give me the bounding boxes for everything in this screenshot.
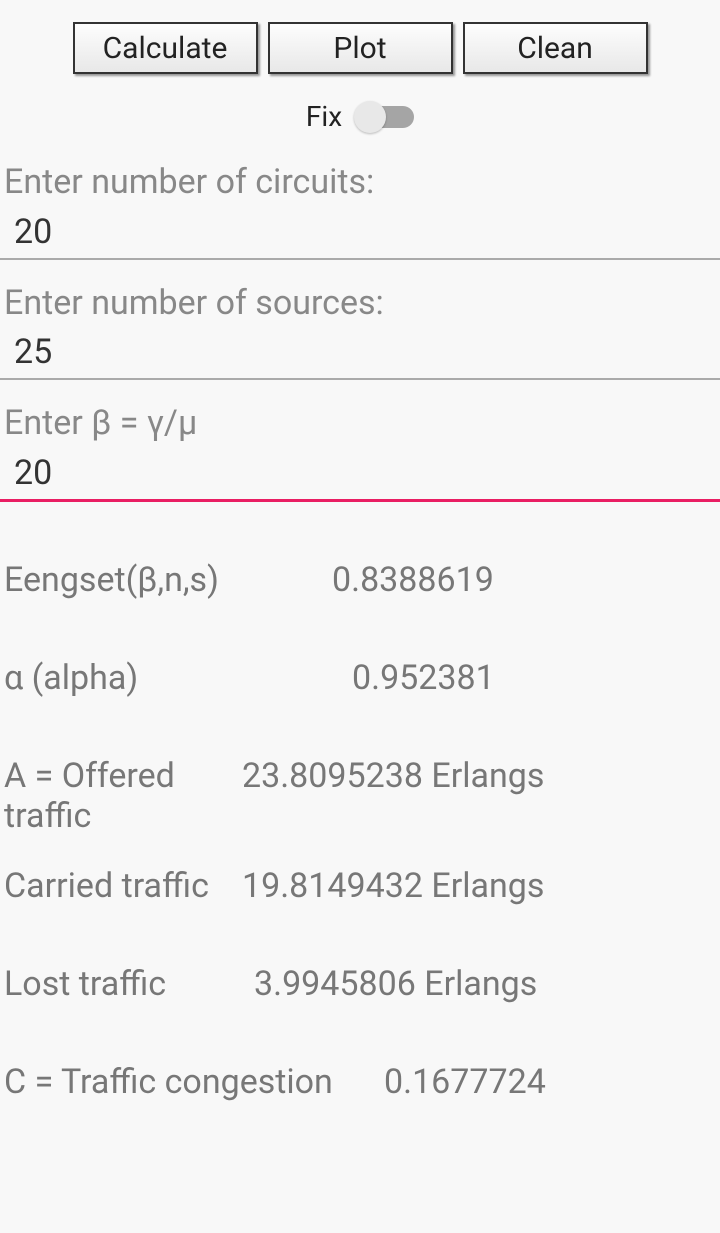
lost-label: Lost traffic: [4, 964, 242, 1004]
congestion-row: C = Traffic congestion 0.1677724: [0, 1062, 720, 1102]
lost-row: Lost traffic 3.9945806 Erlangs: [0, 964, 720, 1004]
button-row: Calculate Plot Clean: [0, 0, 720, 82]
beta-group: Enter β = γ/μ: [0, 394, 720, 512]
fix-row: Fix: [0, 82, 720, 153]
alpha-value: 0.952381: [242, 658, 716, 698]
sources-label: Enter number of sources:: [0, 274, 720, 327]
lost-value: 3.9945806 Erlangs: [242, 964, 716, 1004]
carried-label: Carried traffic: [4, 866, 242, 906]
toggle-thumb: [354, 101, 386, 133]
sources-input[interactable]: [0, 326, 720, 380]
eengset-label: Eengset(β,n,s): [4, 560, 242, 600]
calculate-button[interactable]: Calculate: [73, 22, 258, 74]
offered-label: A = Offered traffic: [4, 756, 242, 836]
alpha-label: α (alpha): [4, 658, 242, 698]
circuits-input[interactable]: [0, 206, 720, 260]
beta-label: Enter β = γ/μ: [0, 394, 720, 447]
carried-row: Carried traffic 19.8149432 Erlangs: [0, 866, 720, 906]
offered-row: A = Offered traffic 23.8095238 Erlangs: [0, 756, 720, 836]
clean-button[interactable]: Clean: [463, 22, 648, 74]
eengset-value: 0.8388619: [242, 560, 716, 600]
offered-value: 23.8095238 Erlangs: [242, 756, 716, 796]
fix-label: Fix: [306, 100, 342, 133]
results-section: Eengset(β,n,s) 0.8388619 α (alpha) 0.952…: [0, 516, 720, 1102]
eengset-row: Eengset(β,n,s) 0.8388619: [0, 560, 720, 600]
congestion-value: 0.1677724: [384, 1062, 716, 1102]
circuits-label: Enter number of circuits:: [0, 153, 720, 206]
sources-group: Enter number of sources:: [0, 274, 720, 391]
circuits-group: Enter number of circuits:: [0, 153, 720, 270]
fix-toggle[interactable]: [354, 103, 414, 131]
carried-value: 19.8149432 Erlangs: [242, 866, 716, 906]
congestion-label: C = Traffic congestion: [4, 1062, 384, 1102]
plot-button[interactable]: Plot: [268, 22, 453, 74]
beta-input[interactable]: [0, 447, 720, 502]
alpha-row: α (alpha) 0.952381: [0, 658, 720, 698]
